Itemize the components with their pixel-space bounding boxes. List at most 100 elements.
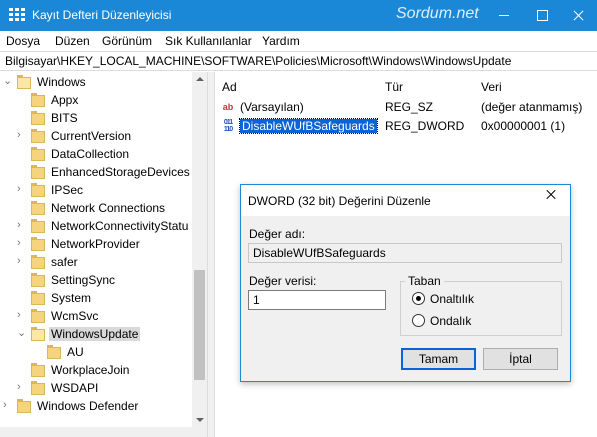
hex-radio-label[interactable]: Onaltılık	[430, 292, 474, 306]
chevron-right-icon[interactable]: ›	[17, 381, 27, 393]
folder-icon	[47, 344, 61, 359]
chevron-right-icon[interactable]: ›	[17, 309, 27, 321]
tree-item-label: WindowsUpdate	[49, 327, 141, 341]
column-header-type[interactable]: Tür	[385, 80, 403, 94]
base-label: Taban	[405, 274, 444, 288]
menu-favorites[interactable]: Sık Kullanılanlar	[165, 34, 252, 48]
tree-item-wsdapi[interactable]: › WSDAPI	[0, 379, 200, 397]
window-title: Kayıt Defteri Düzenleyicisi	[32, 8, 172, 22]
value-data: (değer atanmamış)	[481, 100, 583, 114]
tree-item-datacollection[interactable]: DataCollection	[0, 145, 200, 163]
folder-icon	[31, 128, 45, 143]
chevron-down-icon[interactable]: ⌄	[3, 75, 13, 87]
tree-item-windowsupdate[interactable]: ⌄ WindowsUpdate	[0, 325, 200, 343]
tree-item-networkconnectivitystatu[interactable]: › NetworkConnectivityStatu	[0, 217, 200, 235]
folder-icon	[31, 254, 45, 269]
address-bar[interactable]: Bilgisayar\HKEY_LOCAL_MACHINE\SOFTWARE\P…	[0, 51, 597, 71]
chevron-down-icon[interactable]: ⌄	[17, 327, 27, 339]
tree-item-label: DataCollection	[51, 147, 130, 161]
tree-item-settingsync[interactable]: SettingSync	[0, 271, 200, 289]
cancel-button[interactable]: İptal	[483, 348, 558, 370]
dialog-close-button[interactable]	[538, 185, 570, 216]
menu-edit[interactable]: Düzen	[55, 34, 90, 48]
tree-item-windows-defender[interactable]: › Windows Defender	[0, 397, 200, 415]
tree-item-safer[interactable]: › safer	[0, 253, 200, 271]
tree-item-label: WorkplaceJoin	[51, 363, 130, 377]
hex-radio[interactable]	[412, 292, 425, 305]
menu-view[interactable]: Görünüm	[102, 34, 152, 48]
pane-splitter[interactable]	[207, 72, 215, 437]
column-header-data[interactable]: Veri	[481, 80, 502, 94]
folder-icon	[31, 380, 45, 395]
tree-item-system[interactable]: System	[0, 289, 200, 307]
menu-file[interactable]: Dosya	[6, 34, 40, 48]
tree-item-enhancedstoragedevices[interactable]: EnhancedStorageDevices	[0, 163, 200, 181]
ok-button[interactable]: Tamam	[401, 348, 476, 370]
dialog-title-bar[interactable]: DWORD (32 bit) Değerini Düzenle	[241, 185, 570, 216]
tree-item-label: WcmSvc	[51, 309, 99, 323]
tree-item-label: safer	[51, 255, 78, 269]
folder-icon	[31, 146, 45, 161]
menu-help[interactable]: Yardım	[262, 34, 300, 48]
scroll-thumb[interactable]	[194, 270, 205, 380]
tree-item-au[interactable]: AU	[0, 343, 200, 361]
tree-item-label: IPSec	[51, 183, 84, 197]
tree-item-wcmsvc[interactable]: › WcmSvc	[0, 307, 200, 325]
binary-value-icon: 011 110	[223, 119, 233, 133]
decimal-radio-label[interactable]: Ondalık	[430, 314, 471, 328]
tree-item-label: SettingSync	[51, 273, 116, 287]
tree-vertical-scrollbar[interactable]	[192, 72, 207, 427]
maximize-button[interactable]	[523, 0, 561, 31]
chevron-right-icon[interactable]: ›	[17, 219, 27, 231]
value-row[interactable]: ab (Varsayılan) REG_SZ (değer atanmamış)	[220, 98, 590, 116]
minimize-button[interactable]	[485, 0, 523, 31]
tree-item-network-connections[interactable]: Network Connections	[0, 199, 200, 217]
chevron-right-icon[interactable]: ›	[17, 255, 27, 267]
string-value-icon: ab	[222, 102, 234, 112]
chevron-right-icon[interactable]: ›	[17, 237, 27, 249]
scroll-up-icon[interactable]	[196, 77, 204, 81]
value-name-label: Değer adı:	[249, 227, 306, 241]
value-row-selected[interactable]: 011 110 DisableWUfBSafeguards REG_DWORD …	[220, 117, 590, 135]
tree-item-networkprovider[interactable]: › NetworkProvider	[0, 235, 200, 253]
value-data-label: Değer verisi:	[249, 274, 317, 288]
address-path: Bilgisayar\HKEY_LOCAL_MACHINE\SOFTWARE\P…	[5, 54, 512, 68]
base-groupbox	[400, 281, 562, 336]
chevron-right-icon[interactable]: ›	[3, 399, 13, 411]
tree-item-label: System	[51, 291, 92, 305]
tree-item-label: Windows Defender	[37, 399, 139, 413]
folder-icon	[31, 218, 45, 233]
watermark: Sordum.net	[396, 5, 479, 22]
tree-item-label: CurrentVersion	[51, 129, 132, 143]
tree-item-label: NetworkConnectivityStatu	[51, 219, 189, 233]
tree-item-workplacejoin[interactable]: WorkplaceJoin	[0, 361, 200, 379]
tree-item-appx[interactable]: Appx	[0, 91, 200, 109]
decimal-radio[interactable]	[412, 314, 425, 327]
folder-icon	[31, 164, 45, 179]
column-header-name[interactable]: Ad	[222, 80, 237, 94]
scroll-down-icon[interactable]	[196, 418, 204, 422]
tree-item-currentversion[interactable]: › CurrentVersion	[0, 127, 200, 145]
tree-item-ipsec[interactable]: › IPSec	[0, 181, 200, 199]
value-data: 0x00000001 (1)	[481, 119, 566, 133]
dialog-title: DWORD (32 bit) Değerini Düzenle	[248, 194, 431, 208]
tree-horizontal-scrollbar[interactable]	[0, 427, 207, 437]
title-bar[interactable]: Kayıt Defteri Düzenleyicisi Sordum.net	[0, 0, 597, 31]
tree-item-label: EnhancedStorageDevices	[51, 165, 190, 179]
tree-item-windows[interactable]: ⌄ Windows	[0, 73, 200, 91]
chevron-right-icon[interactable]: ›	[17, 129, 27, 141]
folder-icon	[31, 182, 45, 197]
tree-item-label: AU	[67, 345, 84, 359]
value-name: (Varsayılan)	[240, 100, 304, 114]
folder-open-icon	[17, 74, 31, 89]
close-button[interactable]	[559, 0, 597, 31]
value-data-input[interactable]	[248, 290, 386, 310]
tree-item-bits[interactable]: BITS	[0, 109, 200, 127]
tree-item-label: Windows	[37, 75, 86, 89]
chevron-right-icon[interactable]: ›	[17, 183, 27, 195]
tree-item-label: NetworkProvider	[51, 237, 140, 251]
